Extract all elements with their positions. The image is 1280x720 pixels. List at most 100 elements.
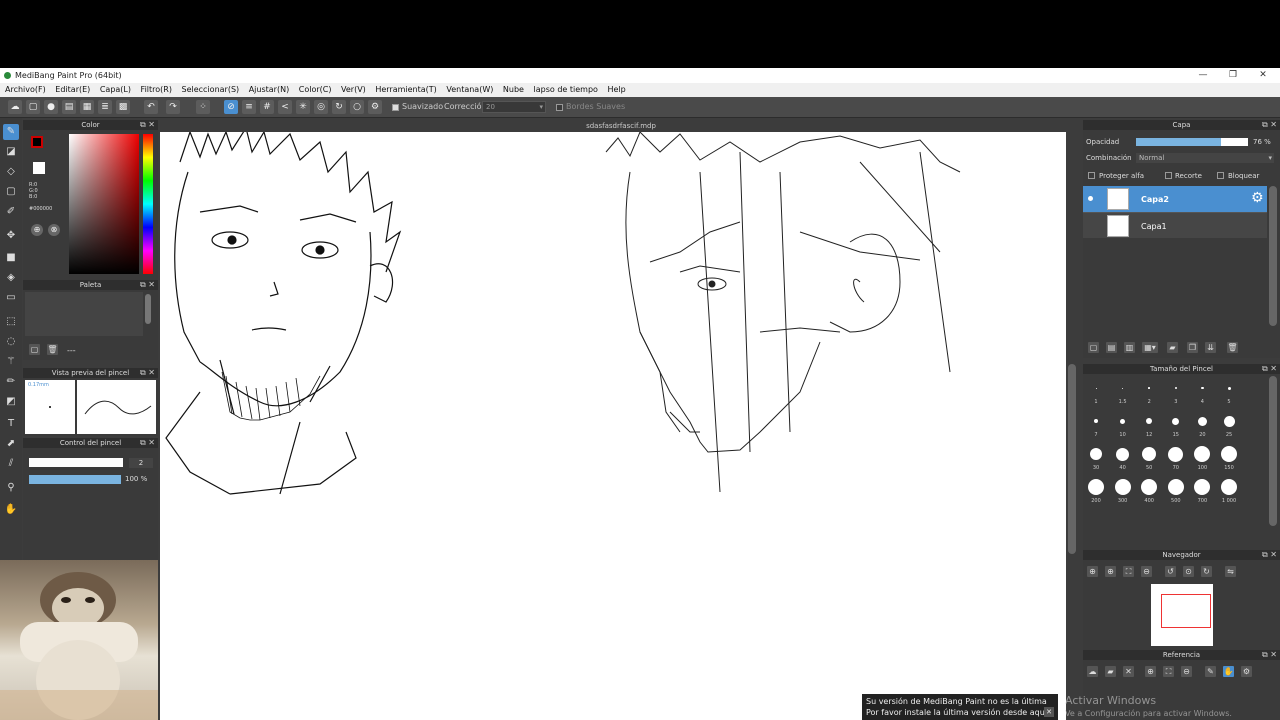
brush-size-option[interactable]: [1172, 417, 1180, 425]
palette-scrollbar[interactable]: [145, 294, 151, 324]
brush-size-option[interactable]: [1223, 415, 1235, 427]
menu-ventana[interactable]: Ventana(W): [446, 85, 493, 94]
concentric-snap-icon[interactable]: ◎: [314, 100, 328, 114]
reset-rotation-icon[interactable]: ⊙: [1183, 566, 1194, 577]
navigator-viewport[interactable]: [1161, 594, 1211, 628]
saturation-value-picker[interactable]: [69, 134, 139, 274]
zoom-in-icon[interactable]: ⊕: [1087, 566, 1098, 577]
reference-hand-icon[interactable]: ✋: [1223, 666, 1234, 677]
navigator-preview[interactable]: [1151, 584, 1213, 646]
fill-rect-tool-icon[interactable]: ■: [3, 250, 19, 266]
layer-row-capa2[interactable]: Capa2 ⚙: [1083, 186, 1267, 212]
brush-size-scrollbar[interactable]: [1269, 376, 1277, 526]
brush-size-option[interactable]: [1120, 418, 1126, 424]
menu-help[interactable]: Help: [607, 85, 625, 94]
panel-close-icon[interactable]: ⧉ ✕: [1262, 120, 1277, 130]
vanish-snap-icon[interactable]: <: [278, 100, 292, 114]
notification-close-icon[interactable]: ✕: [1044, 707, 1054, 717]
settings-snap-icon[interactable]: ⚙: [368, 100, 382, 114]
cloud-icon[interactable]: ☁: [8, 100, 22, 114]
bordes-suaves-checkbox[interactable]: [556, 104, 563, 111]
brush-size-option[interactable]: [1168, 446, 1184, 462]
brush-size-value[interactable]: 2: [129, 458, 153, 468]
layer-row-capa1[interactable]: Capa1: [1083, 212, 1267, 238]
select-rect-tool-icon[interactable]: ⬚: [3, 314, 19, 330]
reference-cloud-icon[interactable]: ☁: [1087, 666, 1098, 677]
palette-delete-icon[interactable]: 🗑: [47, 344, 58, 355]
zoom-in-alt-icon[interactable]: ⊕: [1105, 566, 1116, 577]
radial-snap-icon[interactable]: ✳: [296, 100, 310, 114]
panel-close-icon[interactable]: ⧉ ✕: [140, 368, 155, 378]
reference-eyedropper-icon[interactable]: ✎: [1205, 666, 1216, 677]
rotate-left-icon[interactable]: ↺: [1165, 566, 1176, 577]
layer-opacity-slider[interactable]: [1136, 138, 1248, 146]
panel-close-icon[interactable]: ⧉ ✕: [1262, 364, 1277, 374]
new-file-icon[interactable]: ▢: [26, 100, 40, 114]
merge-layer-icon[interactable]: ⇊: [1205, 342, 1216, 353]
brush-size-option[interactable]: [1221, 479, 1237, 495]
brush-size-option[interactable]: [1116, 447, 1130, 461]
menu-seleccionar[interactable]: Seleccionar(S): [182, 85, 240, 94]
brush-size-option[interactable]: [1088, 479, 1104, 495]
canvas-vertical-scrollbar[interactable]: [1068, 364, 1076, 554]
new-8bit-layer-icon[interactable]: ▥: [1124, 342, 1135, 353]
fit-window-icon[interactable]: ⛶: [1123, 566, 1134, 577]
menu-filtro[interactable]: Filtro(R): [141, 85, 172, 94]
brush-size-option[interactable]: [1221, 446, 1237, 462]
brush-opacity-slider[interactable]: [29, 475, 121, 484]
reference-zoom-in-icon[interactable]: ⊕: [1145, 666, 1156, 677]
brush-size-option[interactable]: [1201, 386, 1204, 390]
eyedropper-tool-icon[interactable]: ⚲: [3, 480, 19, 496]
hue-slider[interactable]: [143, 134, 153, 274]
brush-size-option[interactable]: [1167, 479, 1184, 495]
brush-size-option[interactable]: [1122, 387, 1124, 389]
curve-snap-icon[interactable]: ↻: [332, 100, 346, 114]
menu-color[interactable]: Color(C): [299, 85, 332, 94]
panel-close-icon[interactable]: ⧉ ✕: [1262, 650, 1277, 660]
move-tool-icon[interactable]: ✥: [3, 228, 19, 244]
brush-tool-icon[interactable]: ✎: [3, 124, 19, 140]
delete-layer-icon[interactable]: 🗑: [1227, 342, 1238, 353]
brush-size-option[interactable]: [1095, 387, 1097, 389]
magic-wand-tool-icon[interactable]: ⚚: [3, 354, 19, 370]
circle-snap-icon[interactable]: ○: [350, 100, 364, 114]
brush-size-option[interactable]: [1141, 479, 1158, 495]
protect-alpha-checkbox[interactable]: [1088, 172, 1095, 179]
panel-close-icon[interactable]: ⧉ ✕: [1262, 550, 1277, 560]
duplicate-layer-icon[interactable]: ❐: [1187, 342, 1198, 353]
reference-settings-icon[interactable]: ⚙: [1241, 666, 1252, 677]
color-history-icon[interactable]: ⊕: [31, 224, 43, 236]
new-halftone-layer-icon[interactable]: ▤: [1106, 342, 1117, 353]
shape-tool-icon[interactable]: ▢: [3, 184, 19, 200]
rotate-right-icon[interactable]: ↻: [1201, 566, 1212, 577]
blend-mode-select[interactable]: Normal ▾: [1136, 153, 1274, 163]
brush-size-option[interactable]: [1090, 448, 1102, 460]
menu-archivo[interactable]: Archivo(F): [5, 85, 46, 94]
background-color-swatch[interactable]: [33, 162, 45, 174]
lasso-tool-icon[interactable]: ◌: [3, 334, 19, 350]
menu-nube[interactable]: Nube: [503, 85, 524, 94]
brush-size-option[interactable]: [1174, 387, 1177, 389]
hand-tool-icon[interactable]: ✋: [3, 502, 19, 518]
selection-snap-icon[interactable]: ⁘: [196, 100, 210, 114]
layer-settings-gear-icon[interactable]: ⚙: [1251, 190, 1264, 206]
menu-herramienta[interactable]: Herramienta(T): [375, 85, 436, 94]
menu-ver[interactable]: Ver(V): [341, 85, 366, 94]
document-tab[interactable]: sdasfasdrfascif.mdp: [160, 120, 1082, 132]
brush-size-option[interactable]: [1194, 446, 1211, 462]
panel-close-icon[interactable]: ⧉ ✕: [140, 120, 155, 130]
snap-off-icon[interactable]: ⊘: [224, 100, 238, 114]
reference-zoom-out-icon[interactable]: ⊖: [1181, 666, 1192, 677]
menu-lapso-de-tiempo[interactable]: lapso de tiempo: [534, 85, 598, 94]
drawing-canvas[interactable]: [160, 132, 1066, 720]
gradient-tool-icon[interactable]: ▭: [3, 290, 19, 306]
palette-more[interactable]: ---: [67, 346, 76, 355]
brush-size-option[interactable]: [1197, 416, 1207, 426]
brush-size-option[interactable]: [1094, 419, 1098, 423]
lock-checkbox[interactable]: [1217, 172, 1224, 179]
reference-open-icon[interactable]: ▰: [1105, 666, 1116, 677]
flip-horizontal-icon[interactable]: ⇋: [1225, 566, 1236, 577]
brush-size-option[interactable]: [1194, 479, 1211, 495]
brush-size-option[interactable]: [1142, 447, 1157, 461]
text-tool-icon[interactable]: T: [3, 416, 19, 432]
